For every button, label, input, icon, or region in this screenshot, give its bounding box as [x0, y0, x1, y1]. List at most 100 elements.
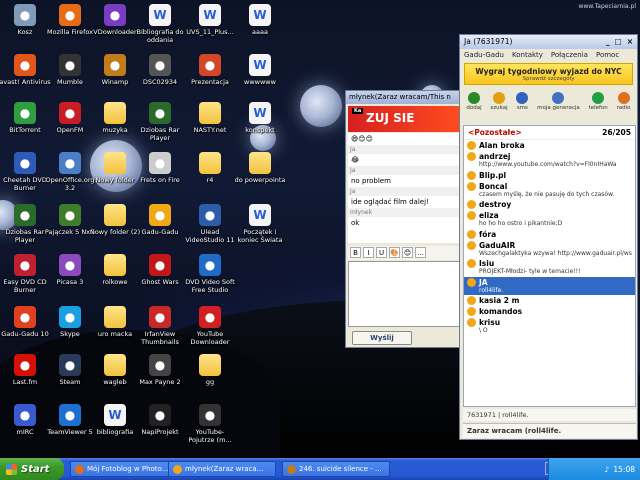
desktop-icon[interactable]: W UVS_11_Plus... — [183, 4, 237, 36]
desktop-icon[interactable]: gg — [183, 354, 237, 386]
gg-tool-szukaj[interactable]: szukaj — [490, 92, 508, 111]
contact-item[interactable]: destroy — [464, 199, 635, 210]
taskbar-button[interactable]: młynek(Zaraz wraca... — [168, 461, 276, 477]
chat-message-input[interactable] — [348, 261, 460, 327]
desktop-icon[interactable]: ● Dziobas Rar Player — [133, 102, 187, 142]
desktop-icon[interactable]: ● Prezentacja — [183, 54, 237, 86]
desktop-icon[interactable]: ● Gadu-Gadu — [133, 204, 187, 236]
gg-title-bar[interactable]: Ja (7631971) _ □ × — [460, 35, 637, 49]
video-icon: ● — [199, 404, 221, 426]
gg-menu-item[interactable]: Kontakty — [512, 51, 543, 59]
volume-icon[interactable]: ♪ — [605, 465, 610, 474]
contact-item[interactable]: Alan broka — [464, 140, 635, 151]
maximize-icon[interactable]: □ — [615, 37, 622, 47]
desktop-icon-label: DSC02934 — [142, 78, 178, 86]
desktop-icon[interactable]: ● Max Payne 2 — [133, 354, 187, 386]
gg-menu-bar: Gadu-Gadu Kontakty Połączenia Pomoc — [460, 49, 637, 61]
gg-tool-dodaj[interactable]: dodaj — [466, 92, 482, 111]
chat-window-title[interactable]: młynek(Zaraz wracam/This n — [346, 91, 462, 104]
desktop-icon[interactable]: ● Ghost Wars — [133, 254, 187, 286]
contact-item[interactable]: andrzej http://www.youtube.com/watch?v=Fl… — [464, 151, 635, 170]
contact-item[interactable]: Isiu PROJEKT-Młodzi- tyle w temacie!!! — [464, 258, 635, 277]
gg-menu-item[interactable]: Gadu-Gadu — [464, 51, 504, 59]
promo-banner[interactable]: Wygraj tygodniowy wyjazd do NYC Sprawdź … — [464, 63, 633, 85]
gadu-gadu-icon: ● — [149, 204, 171, 226]
desktop-icon[interactable]: Wkonspekt — [233, 102, 287, 134]
contact-list[interactable]: <Pozostałe> 26/205 Alan broka andrzej http… — [463, 125, 636, 407]
gg-tool-label: moja generacja — [537, 105, 580, 111]
contact-name: GaduAIR — [479, 240, 516, 250]
gg-tool-telefon[interactable]: telefon — [589, 92, 608, 111]
cheetah-icon: ● — [14, 152, 36, 174]
banner-tag: Ka — [352, 108, 364, 114]
contact-item[interactable]: GaduAIR Wszechgalaktyka wzywa! http://www… — [464, 240, 635, 259]
send-button[interactable]: Wyślij — [352, 331, 412, 345]
contact-name-row: Boncal — [467, 181, 632, 191]
gg-tool-radio[interactable]: radio — [617, 92, 631, 111]
desktop-icon[interactable]: r4 — [183, 152, 237, 184]
format-button[interactable]: 🎨 — [389, 247, 400, 258]
contact-name-row: Blip.pl — [467, 170, 632, 180]
taskbar-button[interactable]: 246. suicide silence - ... — [282, 461, 390, 477]
desktop-icon[interactable]: ● Frets on Fire — [133, 152, 187, 184]
gg-tool-sms[interactable]: sms — [516, 92, 529, 111]
desktop-icon[interactable]: do powerpointa — [233, 152, 287, 184]
format-button[interactable]: I — [363, 247, 374, 258]
desktop-icon[interactable]: ● YouTube-Pojutrze (m... — [183, 404, 237, 444]
clock[interactable]: 15:08 — [613, 465, 635, 474]
mirc-icon: ● — [14, 404, 36, 426]
contact-item[interactable]: eliza ho ho ho ostro i pikantnie;D — [464, 210, 635, 229]
start-button[interactable]: Start — [0, 458, 64, 480]
close-icon[interactable]: × — [627, 37, 633, 47]
desktop-icon[interactable]: ● NapiProjekt — [133, 404, 187, 436]
contact-item[interactable]: Boncal czasem myślę, że nie pasuję do tyc… — [464, 181, 635, 200]
contact-item[interactable]: kasia 2 m — [464, 295, 635, 306]
desktop-icon[interactable]: ● IrfanView Thumbnails — [133, 306, 187, 346]
folder-icon — [104, 204, 126, 226]
chat-window[interactable]: młynek(Zaraz wracam/This n Ka ZUJ SIE 😄😊… — [345, 90, 463, 348]
format-button[interactable]: 😊 — [402, 247, 413, 258]
format-button[interactable]: B — [350, 247, 361, 258]
folder-icon — [104, 306, 126, 328]
taskbar-button[interactable]: Mój Fotoblog w Photo... — [70, 461, 178, 477]
taskbar-button-label: młynek(Zaraz wraca... — [185, 465, 264, 473]
desktop-icon[interactable]: Wwwwwww — [233, 54, 287, 86]
sms-icon — [516, 92, 529, 104]
desktop-icon[interactable]: NASTY.net — [183, 102, 237, 134]
word-doc-icon: W — [249, 102, 271, 124]
chat-banner-ad[interactable]: Ka ZUJ SIE — [348, 106, 460, 132]
desktop-icon[interactable]: W Początek i koniec Świata — [233, 204, 287, 244]
contact-item[interactable]: komandos — [464, 306, 635, 317]
desktop-icon-label: Początek i koniec Świata — [237, 228, 283, 244]
contact-item[interactable]: Blip.pl — [464, 170, 635, 181]
gg-menu-item[interactable]: Pomoc — [596, 51, 619, 59]
contact-item[interactable]: fóra — [464, 229, 635, 240]
own-status-row[interactable]: 7631971 | roll4life. — [463, 409, 636, 421]
contact-item[interactable]: JA roll4life. — [464, 276, 635, 295]
desktop-icon[interactable]: W Bibliografia do oddania — [133, 4, 187, 44]
desktop-icon[interactable]: ● YouTube Downloader — [183, 306, 237, 346]
format-button[interactable]: … — [415, 247, 426, 258]
status-sun-icon — [467, 296, 476, 305]
status-sun-icon — [467, 240, 476, 250]
desktop-icon[interactable]: ● DSC02934 — [133, 54, 187, 86]
contact-group-header[interactable]: <Pozostałe> 26/205 — [464, 126, 635, 140]
gg-menu-item[interactable]: Połączenia — [551, 51, 588, 59]
folder-icon — [199, 354, 221, 376]
contact-item[interactable]: krisu \ O — [464, 317, 635, 336]
folder-icon — [249, 152, 271, 174]
promo-subtext[interactable]: Sprawdź szczegóły — [465, 76, 632, 82]
chat-message-history[interactable]: 😄😊😊 Ja 😂 Ja no problem Ja ide oglądać film dal… — [348, 133, 460, 243]
gadu-gadu-window[interactable]: Ja (7631971) _ □ × Gadu-Gadu Kontakty Połącz… — [459, 34, 638, 440]
chat-message-text: ok — [351, 219, 360, 227]
desktop-icon[interactable]: Waaaa — [233, 4, 287, 36]
desktop-icon[interactable]: ● Ulead VideoStudio 11 — [183, 204, 237, 244]
desktop-icon-label: YouTube Downloader — [190, 330, 230, 346]
openfm-icon: ● — [59, 102, 81, 124]
minimize-icon[interactable]: _ — [606, 37, 610, 47]
folder-icon — [104, 354, 126, 376]
desktop-icon[interactable]: ● DVD Video Soft Free Studio — [183, 254, 237, 294]
status-description-bar[interactable]: Zaraz wracam (roll4life. — [463, 423, 636, 438]
gg-tool-moja-generacja[interactable]: moja generacja — [537, 92, 580, 111]
format-button[interactable]: U — [376, 247, 387, 258]
